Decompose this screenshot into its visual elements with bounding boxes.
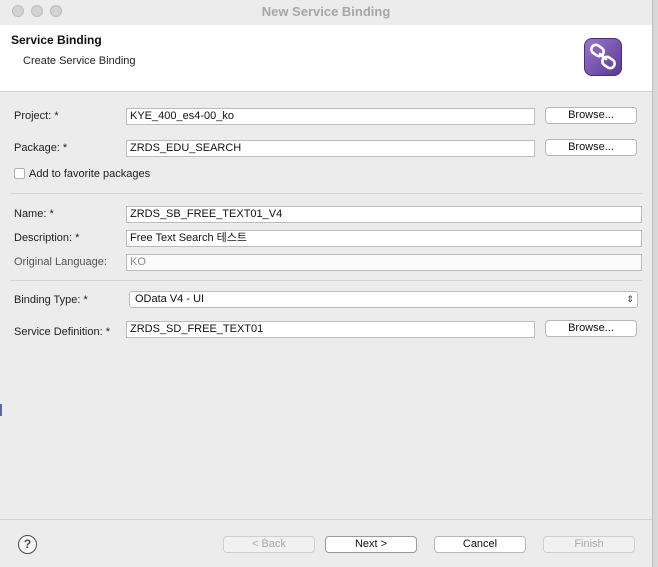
background-window-strip xyxy=(652,0,658,567)
cancel-button[interactable]: Cancel xyxy=(434,536,526,553)
favorite-packages-checkbox[interactable] xyxy=(14,168,25,179)
back-button[interactable]: < Back xyxy=(223,536,315,553)
service-binding-link-icon xyxy=(584,38,622,76)
package-field[interactable]: ZRDS_EDU_SEARCH xyxy=(126,140,535,157)
service-definition-browse-button[interactable]: Browse... xyxy=(545,320,637,337)
service-definition-label: Service Definition: * xyxy=(14,326,110,338)
project-label: Project: * xyxy=(14,110,59,122)
package-label: Package: * xyxy=(14,142,68,154)
select-arrows-icon: ⇕ xyxy=(626,294,634,304)
title-bar: New Service Binding xyxy=(0,0,652,24)
binding-type-value: OData V4 - UI xyxy=(135,293,205,305)
wizard-header: Service Binding Create Service Binding xyxy=(0,25,652,92)
finish-button[interactable]: Finish xyxy=(543,536,635,553)
divider xyxy=(10,193,642,194)
divider xyxy=(10,280,642,281)
package-browse-button[interactable]: Browse... xyxy=(545,139,637,156)
service-definition-field[interactable]: ZRDS_SD_FREE_TEXT01 xyxy=(126,321,535,338)
help-icon[interactable]: ? xyxy=(18,535,37,554)
description-field[interactable]: Free Text Search 테스트 xyxy=(126,230,642,247)
footer-divider xyxy=(0,519,652,520)
original-language-label: Original Language: xyxy=(14,256,107,268)
project-field[interactable]: KYE_400_es4-00_ko xyxy=(126,108,535,125)
page-subtitle: Create Service Binding xyxy=(23,55,136,67)
description-label: Description: * xyxy=(14,232,80,244)
background-window-edge xyxy=(0,404,2,416)
original-language-field: KO xyxy=(126,254,642,271)
next-button[interactable]: Next > xyxy=(325,536,417,553)
project-browse-button[interactable]: Browse... xyxy=(545,107,637,124)
binding-type-label: Binding Type: * xyxy=(14,294,88,306)
name-label: Name: * xyxy=(14,208,54,220)
name-field[interactable]: ZRDS_SB_FREE_TEXT01_V4 xyxy=(126,206,642,223)
page-title: Service Binding xyxy=(11,33,102,47)
new-service-binding-dialog: New Service Binding Service Binding Crea… xyxy=(0,0,652,567)
binding-type-select[interactable]: OData V4 - UI ⇕ xyxy=(129,291,638,308)
window-title: New Service Binding xyxy=(261,4,391,19)
favorite-packages-label[interactable]: Add to favorite packages xyxy=(29,168,150,180)
